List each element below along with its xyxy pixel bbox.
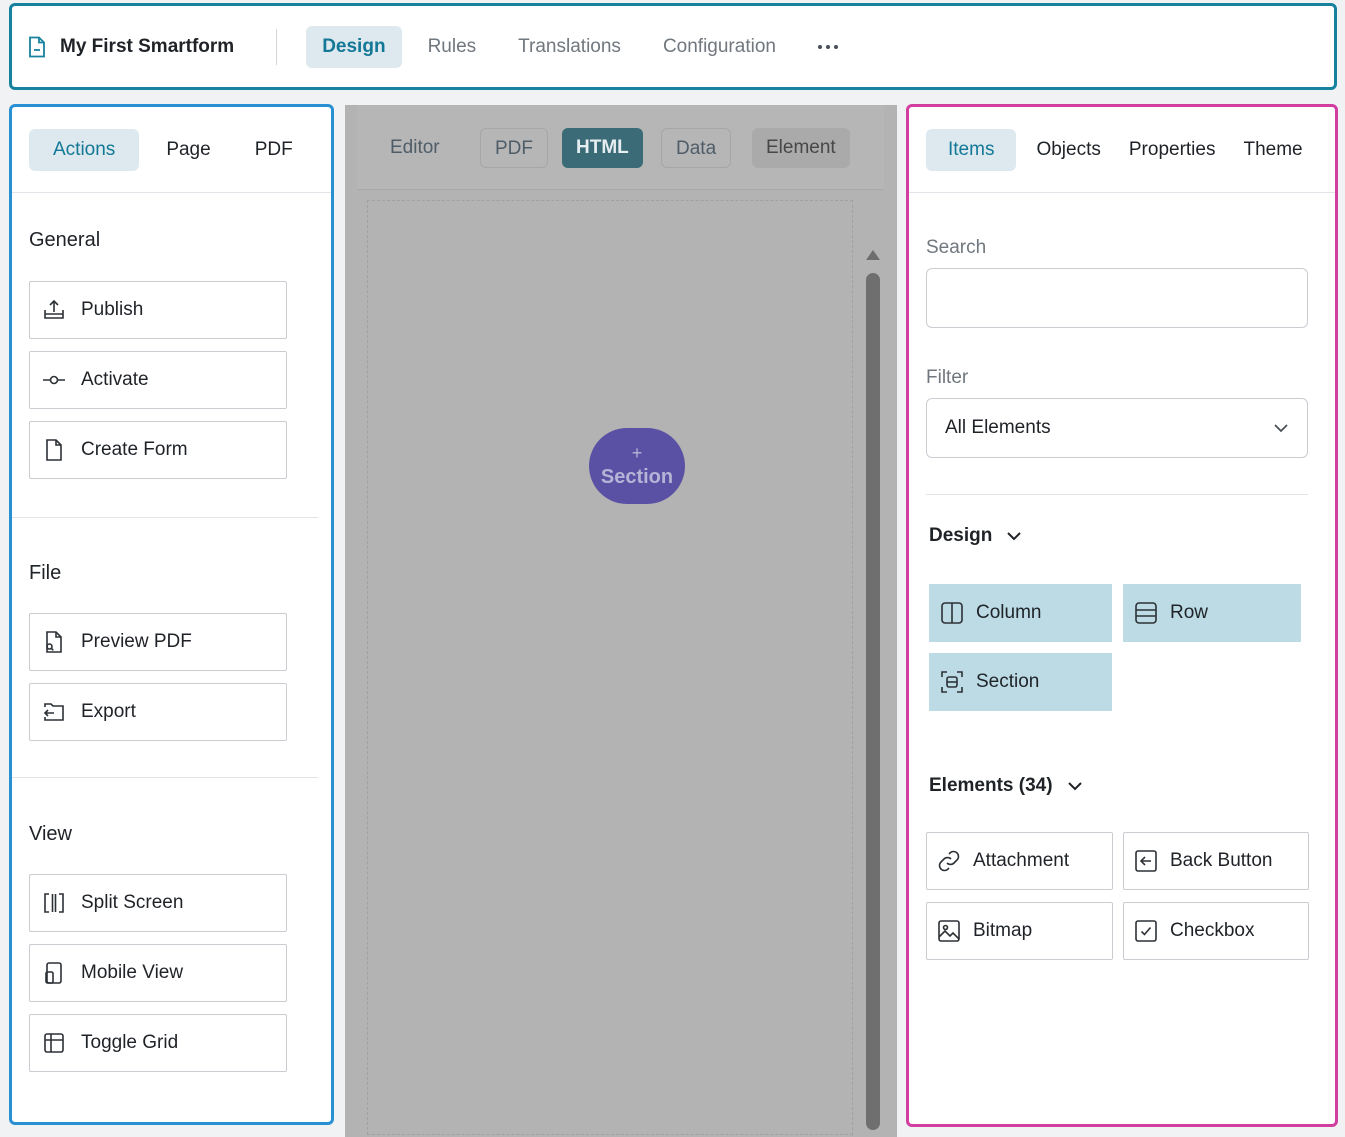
section-title-view: View xyxy=(29,823,72,845)
document-icon xyxy=(28,36,46,58)
export-label: Export xyxy=(81,701,136,722)
image-icon xyxy=(937,919,961,943)
bitmap-label: Bitmap xyxy=(973,920,1033,941)
app-title-text: My First Smartform xyxy=(60,35,235,57)
toggle-grid-label: Toggle Grid xyxy=(81,1032,179,1053)
preview-pdf-button[interactable]: Preview PDF xyxy=(29,613,287,671)
tab-items[interactable]: Items xyxy=(926,128,1017,171)
back-button-label: Back Button xyxy=(1170,850,1273,871)
filter-select[interactable]: All Elements xyxy=(926,398,1308,458)
mobile-view-label: Mobile View xyxy=(81,962,184,983)
top-tabs: Design Rules Translations Configuration xyxy=(306,25,802,68)
tab-html[interactable]: HTML xyxy=(562,128,643,168)
right-panel: Items Objects Properties Theme Search Fi… xyxy=(906,104,1338,1127)
file-preview-icon xyxy=(42,630,66,654)
link-icon xyxy=(937,849,961,873)
tab-theme[interactable]: Theme xyxy=(1229,129,1316,171)
file-icon xyxy=(42,438,66,462)
left-panel: Actions Page PDF General Publish Activat… xyxy=(9,104,334,1125)
tab-rules[interactable]: Rules xyxy=(412,26,493,68)
design-group-header[interactable]: Design xyxy=(929,525,1022,547)
toggle-grid-button[interactable]: Toggle Grid xyxy=(29,1014,287,1072)
split-screen-button[interactable]: Split Screen xyxy=(29,874,287,932)
grid-icon xyxy=(42,1031,66,1055)
column-label: Column xyxy=(976,602,1042,623)
filter-selected-value: All Elements xyxy=(945,417,1051,438)
scrollbar-thumb[interactable] xyxy=(866,273,880,1130)
design-item-column[interactable]: Column xyxy=(929,584,1112,642)
plus-icon: + xyxy=(631,442,643,463)
tab-data[interactable]: Data xyxy=(661,128,732,168)
element-item-back-button[interactable]: Back Button xyxy=(1123,832,1309,890)
search-label: Search xyxy=(926,237,987,258)
publish-label: Publish xyxy=(81,299,144,320)
design-group-title: Design xyxy=(929,525,993,546)
activate-label: Activate xyxy=(81,369,149,390)
chevron-down-icon xyxy=(1067,781,1083,791)
section-title-file: File xyxy=(29,562,62,584)
divider xyxy=(926,494,1308,495)
scroll-up-arrow-icon[interactable] xyxy=(866,250,880,260)
form-canvas[interactable]: + Section xyxy=(367,200,853,1135)
elements-group-title: Elements (34) xyxy=(929,775,1053,796)
element-item-bitmap[interactable]: Bitmap xyxy=(926,902,1113,960)
row-icon xyxy=(1134,601,1158,625)
tab-objects[interactable]: Objects xyxy=(1022,129,1114,171)
commit-icon xyxy=(42,368,66,392)
element-item-checkbox[interactable]: Checkbox xyxy=(1123,902,1309,960)
attachment-label: Attachment xyxy=(973,850,1070,871)
right-panel-tabs: Items Objects Properties Theme xyxy=(909,107,1335,193)
publish-button[interactable]: Publish xyxy=(29,281,287,339)
tab-element[interactable]: Element xyxy=(752,128,850,168)
export-button[interactable]: Export xyxy=(29,683,287,741)
mobile-view-button[interactable]: Mobile View xyxy=(29,944,287,1002)
app-title: My First Smartform xyxy=(12,6,234,87)
checkbox-label: Checkbox xyxy=(1170,920,1255,941)
tab-translations[interactable]: Translations xyxy=(502,26,637,68)
header-divider xyxy=(276,28,278,65)
tab-actions[interactable]: Actions xyxy=(29,128,140,171)
design-item-section[interactable]: Section xyxy=(929,653,1112,711)
back-button-icon xyxy=(1134,849,1158,873)
mobile-icon xyxy=(42,961,66,985)
left-panel-tabs: Actions Page PDF xyxy=(12,107,331,193)
chevron-down-icon xyxy=(1006,531,1022,541)
split-screen-icon xyxy=(42,891,66,915)
tab-configuration[interactable]: Configuration xyxy=(647,26,792,68)
top-bar: My First Smartform Design Rules Translat… xyxy=(9,3,1337,90)
add-section-label: Section xyxy=(600,465,674,488)
tab-design[interactable]: Design xyxy=(306,25,402,68)
tab-canvas-pdf[interactable]: PDF xyxy=(480,128,548,168)
canvas-tabs: Editor PDF HTML Data Element xyxy=(357,105,884,190)
section-title-general: General xyxy=(29,229,101,251)
search-input[interactable] xyxy=(926,268,1308,328)
preview-pdf-label: Preview PDF xyxy=(81,631,192,652)
section-label: Section xyxy=(976,671,1040,692)
split-screen-label: Split Screen xyxy=(81,892,184,913)
row-label: Row xyxy=(1170,602,1209,623)
design-item-row[interactable]: Row xyxy=(1123,584,1301,642)
tab-pdf[interactable]: PDF xyxy=(235,129,317,171)
section-icon xyxy=(940,670,964,694)
create-form-label: Create Form xyxy=(81,439,188,460)
upload-tray-icon xyxy=(42,298,66,322)
elements-group-header[interactable]: Elements (34) xyxy=(929,775,1083,797)
divider xyxy=(12,777,318,778)
tab-editor[interactable]: Editor xyxy=(376,128,454,168)
add-section-button[interactable]: + Section xyxy=(589,428,685,504)
column-icon xyxy=(940,601,964,625)
create-form-button[interactable]: Create Form xyxy=(29,421,287,479)
filter-label: Filter xyxy=(926,367,969,388)
canvas-panel: Editor PDF HTML Data Element + Section xyxy=(345,105,897,1137)
checkbox-icon xyxy=(1134,919,1158,943)
tab-properties[interactable]: Properties xyxy=(1115,129,1230,171)
tab-page[interactable]: Page xyxy=(142,129,234,171)
activate-button[interactable]: Activate xyxy=(29,351,287,409)
folder-export-icon xyxy=(42,700,66,724)
more-options-icon[interactable] xyxy=(812,39,844,55)
divider xyxy=(12,517,318,518)
chevron-down-icon xyxy=(1273,423,1289,433)
element-item-attachment[interactable]: Attachment xyxy=(926,832,1113,890)
